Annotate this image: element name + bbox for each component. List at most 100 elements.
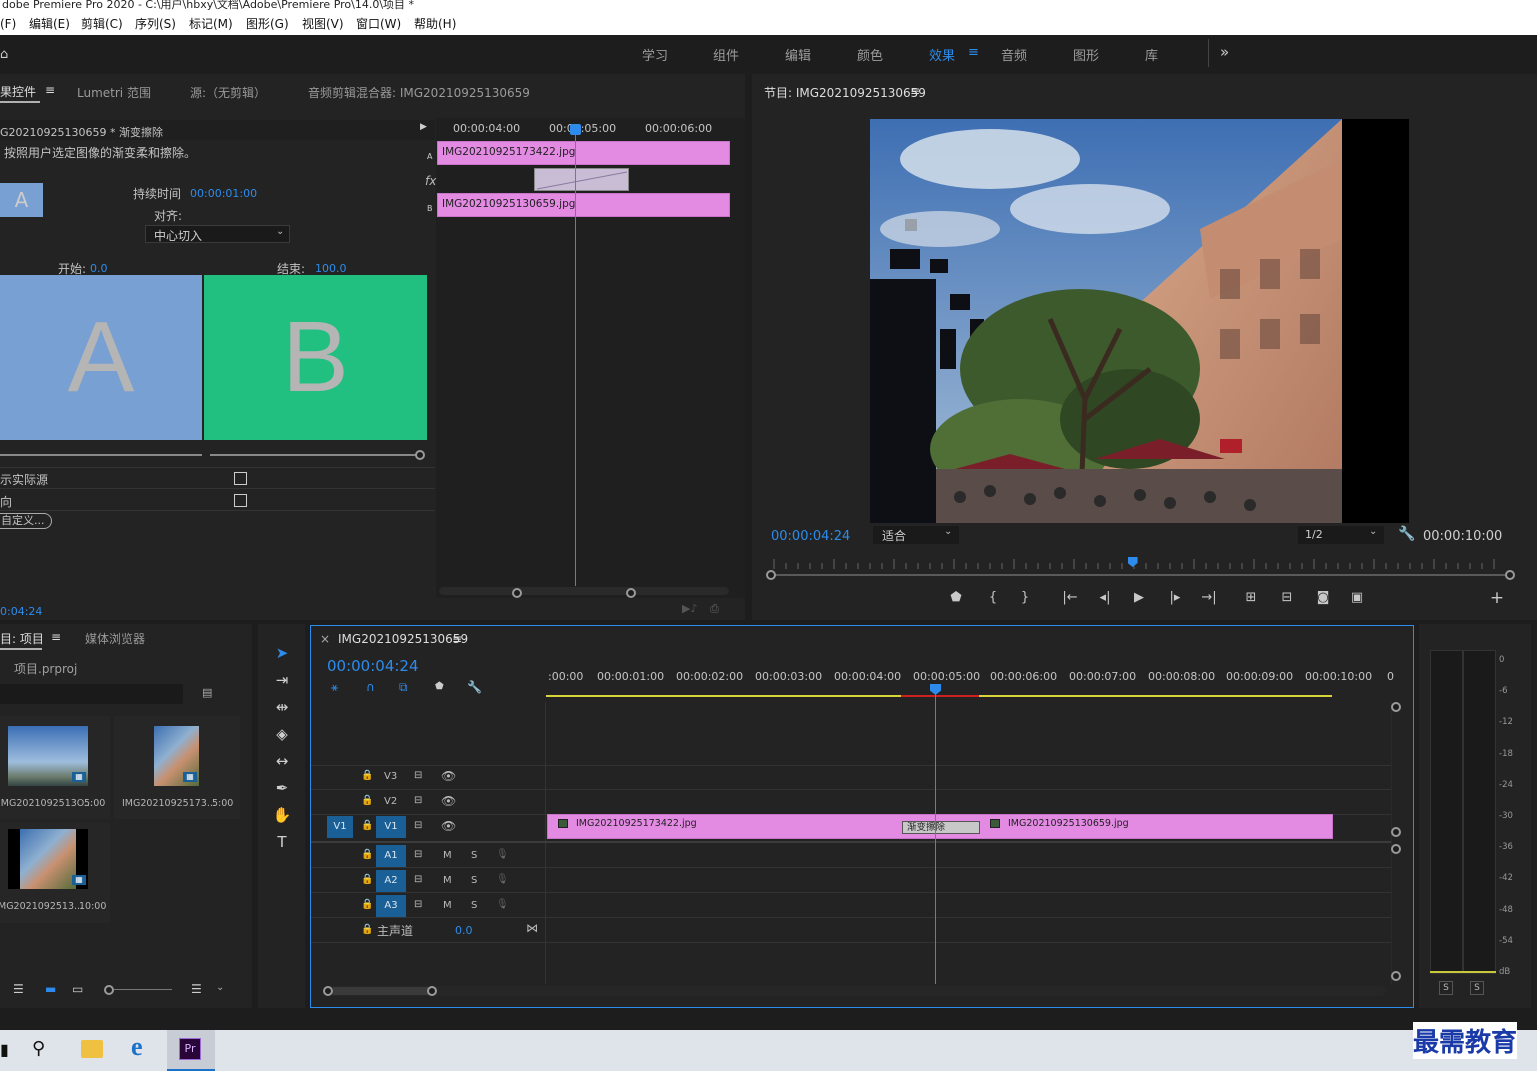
new-bin-icon[interactable]: ▤: [202, 686, 212, 699]
mini-zoom-handle-left[interactable]: [512, 588, 522, 598]
tab-media-browser[interactable]: 媒体浏览器: [85, 630, 145, 647]
track-label-v2[interactable]: V2: [384, 796, 397, 807]
play-icon[interactable]: ▶: [1129, 590, 1149, 605]
sync-lock-icon[interactable]: ⊟: [414, 770, 422, 781]
mini-zoom-handle-right[interactable]: [626, 588, 636, 598]
zoom-fit-dropdown[interactable]: 适合 ⌄: [873, 526, 959, 544]
export-frame-icon[interactable]: ◙: [1313, 590, 1333, 605]
close-sequence-icon[interactable]: ×: [320, 632, 330, 646]
project-item[interactable]: ▦ IMG20210925173... 5:00: [114, 716, 240, 819]
add-marker-icon[interactable]: ⬟: [435, 681, 444, 692]
snap-icon[interactable]: ∩: [366, 680, 375, 694]
menu-sequence[interactable]: 序列(S): [135, 13, 176, 35]
mute-button[interactable]: M: [443, 900, 452, 911]
track-label-a2[interactable]: A2: [376, 870, 406, 892]
slip-tool-icon[interactable]: ↔: [272, 751, 292, 771]
show-actual-sources-checkbox[interactable]: [234, 472, 247, 485]
end-slider-handle[interactable]: [415, 450, 425, 460]
tab-project[interactable]: 目: 项目: [0, 630, 44, 647]
go-to-out-icon[interactable]: ⋈: [526, 921, 538, 935]
wrench-icon[interactable]: 🔧: [1398, 526, 1415, 542]
nest-icon[interactable]: ⚹: [331, 680, 338, 695]
lock-icon[interactable]: 🔒: [361, 795, 373, 806]
pen-tool-icon[interactable]: ✒: [272, 778, 292, 798]
menu-clip[interactable]: 剪辑(C): [81, 13, 123, 35]
go-to-out-icon[interactable]: →|: [1199, 590, 1219, 605]
program-video-frame[interactable]: [870, 119, 1409, 523]
track-label-a1[interactable]: A1: [376, 845, 406, 867]
track-select-tool-icon[interactable]: ⇥: [272, 670, 292, 690]
mini-zoom-bar[interactable]: [439, 587, 729, 595]
solo-button[interactable]: S: [471, 875, 477, 886]
workspace-editing[interactable]: 编辑: [785, 45, 811, 64]
sync-lock-icon[interactable]: ⊟: [414, 899, 422, 910]
transition-clip[interactable]: 渐变擦除: [902, 821, 980, 834]
home-icon[interactable]: ⌂: [0, 47, 8, 62]
sync-lock-icon[interactable]: ⊟: [414, 874, 422, 885]
meter-solo-left[interactable]: S: [1439, 981, 1453, 995]
tab-lumetri-scopes[interactable]: Lumetri 范围: [77, 84, 151, 101]
chevron-down-icon[interactable]: ⌄: [216, 982, 224, 993]
mark-out-icon[interactable]: }: [1015, 590, 1035, 605]
sort-icon[interactable]: ☰: [191, 982, 202, 996]
project-search-input[interactable]: [0, 684, 183, 704]
start-slider[interactable]: [0, 454, 202, 456]
timeline-timecode[interactable]: 00:00:04:24: [327, 657, 419, 675]
go-to-in-icon[interactable]: |←: [1060, 590, 1080, 605]
project-menu-icon[interactable]: ≡: [51, 630, 61, 644]
sequence-tab[interactable]: IMG20210925130659: [338, 632, 468, 646]
track-label-v3[interactable]: V3: [384, 771, 397, 782]
v-scroll-bottom[interactable]: [1391, 827, 1401, 837]
start-value[interactable]: 0.0: [90, 262, 108, 275]
solo-button[interactable]: S: [471, 850, 477, 861]
freeform-view-icon[interactable]: ▭: [72, 982, 83, 996]
track-label-v1[interactable]: V1: [376, 816, 406, 838]
lock-icon[interactable]: 🔒: [361, 874, 373, 885]
menu-help[interactable]: 帮助(H): [414, 13, 456, 35]
sequence-menu-icon[interactable]: ≡: [452, 632, 462, 646]
project-item[interactable]: ▦ IMG2021092513O... 5:00: [0, 716, 110, 819]
comparison-view-icon[interactable]: ▣: [1347, 590, 1367, 605]
end-slider[interactable]: [210, 454, 417, 456]
timeline-zoom-thumb[interactable]: [333, 987, 429, 995]
program-menu-icon[interactable]: ≡: [910, 84, 920, 98]
transition-thumbnail[interactable]: A: [0, 183, 43, 217]
reverse-checkbox[interactable]: [234, 494, 247, 507]
tab-source[interactable]: 源:（无剪辑）: [190, 84, 266, 101]
icon-view-icon[interactable]: ▬: [45, 982, 56, 996]
lock-icon[interactable]: 🔒: [361, 849, 373, 860]
duration-value[interactable]: 00:00:01:00: [190, 187, 257, 200]
timeline-settings-icon[interactable]: 🔧: [467, 680, 482, 694]
menu-file[interactable]: (F): [0, 13, 16, 35]
microphone-icon[interactable]: 🎙: [496, 899, 509, 910]
track-label-a3[interactable]: A3: [376, 895, 406, 917]
mini-playhead[interactable]: [570, 124, 581, 135]
workspace-effects[interactable]: 效果: [929, 45, 955, 64]
add-marker-icon[interactable]: ⬟: [946, 590, 966, 605]
custom-button[interactable]: 自定义...: [0, 513, 52, 529]
menu-window[interactable]: 窗口(W): [356, 13, 401, 35]
lock-icon[interactable]: 🔒: [361, 770, 373, 781]
lock-icon[interactable]: 🔒: [361, 820, 373, 831]
master-volume-value[interactable]: 0.0: [455, 924, 473, 937]
project-item[interactable]: ▦ MG2021092513... 10:00: [0, 823, 110, 923]
workspace-graphics[interactable]: 图形: [1073, 45, 1099, 64]
more-workspaces-icon[interactable]: »: [1220, 43, 1229, 61]
timeline-zoom-right[interactable]: [427, 986, 437, 996]
hand-tool-icon[interactable]: ✋: [272, 805, 292, 825]
resolution-dropdown[interactable]: 1/2 ⌄: [1298, 526, 1384, 544]
mark-in-icon[interactable]: {: [983, 590, 1003, 605]
mini-clip-b[interactable]: IMG20210925130659.jpg: [437, 193, 730, 217]
timeline-zoom-left[interactable]: [323, 986, 333, 996]
ripple-edit-tool-icon[interactable]: ⇹: [272, 697, 292, 717]
add-button-icon[interactable]: +: [1487, 588, 1507, 608]
workspace-menu-icon[interactable]: ≡: [968, 45, 979, 60]
a-scroll-bottom[interactable]: [1391, 971, 1401, 981]
program-zoom-left[interactable]: [766, 570, 776, 580]
sync-lock-icon[interactable]: ⊟: [414, 795, 422, 806]
search-icon[interactable]: ⚲: [32, 1038, 45, 1059]
timeline-zoom-bar[interactable]: [324, 986, 1386, 996]
audio-icon[interactable]: ▶♪: [682, 602, 697, 615]
v-scroll-top[interactable]: [1391, 702, 1401, 712]
export-icon[interactable]: ⎙: [710, 602, 719, 616]
